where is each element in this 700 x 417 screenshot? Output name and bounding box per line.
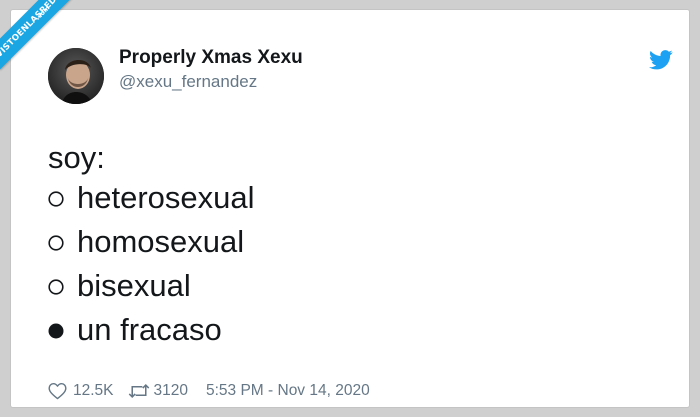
like-count[interactable]: 12.5K [73,382,114,400]
option-un-fracaso: un fracaso [48,312,222,348]
option-label: heterosexual [77,180,255,215]
option-bisexual: bisexual [48,268,191,304]
option-label: bisexual [77,268,191,303]
radio-empty-icon [48,235,64,251]
watermark-band: VISTOENLASREDES .com [0,0,74,70]
screenshot-frame: Properly Xmas Xexu @xexu_fernandez soy: … [0,0,700,417]
tweet-footer: 12.5K 3120 5:53 PM - Nov 14, 2020 [48,382,370,400]
watermark-logo: VISTOENLASREDES .com [0,0,74,72]
option-heterosexual: heterosexual [48,180,255,216]
author-name[interactable]: Properly Xmas Xexu [119,47,303,69]
radio-empty-icon [48,279,64,295]
author-handle[interactable]: @xexu_fernandez [119,72,257,92]
option-label: un fracaso [77,312,222,347]
twitter-bird-icon[interactable] [649,50,673,70]
option-homosexual: homosexual [48,224,244,260]
option-label: homosexual [77,224,245,259]
radio-filled-icon [48,323,64,339]
tweet-timestamp[interactable]: 5:53 PM - Nov 14, 2020 [206,382,370,400]
tweet-card: Properly Xmas Xexu @xexu_fernandez soy: … [11,10,689,407]
radio-empty-icon [48,191,64,207]
watermark-suffix: .com [34,4,52,22]
watermark-text: VISTOENLASREDES [0,0,68,60]
tweet-intro: soy: [48,140,105,175]
retweet-icon[interactable] [128,382,150,400]
heart-icon[interactable] [48,382,67,400]
retweet-count[interactable]: 3120 [154,382,188,400]
